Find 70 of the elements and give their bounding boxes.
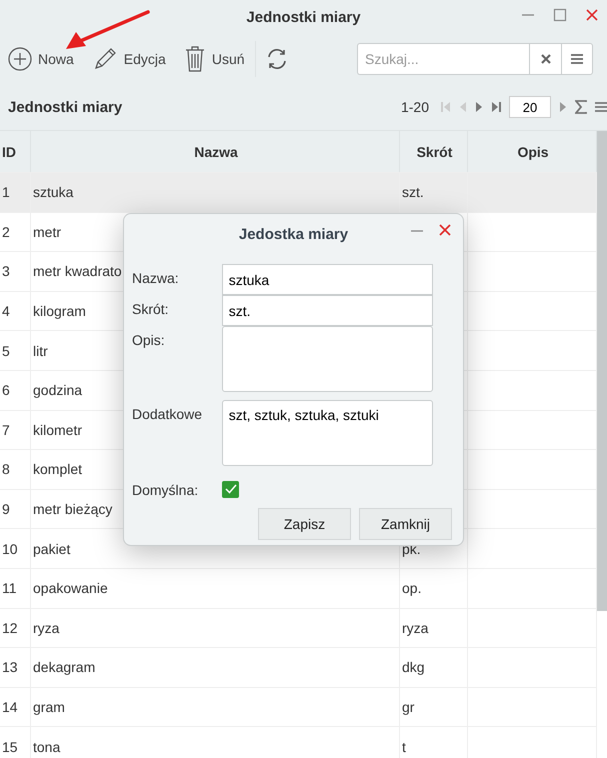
checkbox[interactable]: [222, 480, 239, 498]
table-cell: gr: [402, 699, 414, 716]
table-cell: 2: [0, 212, 31, 252]
table-row[interactable]: 11 opakowanie op.: [0, 568, 597, 609]
search-field[interactable]: Szukaj...: [357, 43, 529, 75]
table-row[interactable]: 14 gram gr: [0, 688, 597, 728]
table-cell: tona: [31, 727, 400, 758]
table-cell: 5: [0, 331, 31, 370]
play-icon[interactable]: [559, 101, 567, 113]
table-cell: 9: [0, 490, 31, 528]
field-label: Opis:: [132, 331, 166, 350]
table-cell: gram: [31, 688, 400, 726]
close-icon[interactable]: [439, 224, 451, 236]
table-cell: 14: [0, 688, 31, 726]
table-cell: dekagram: [31, 648, 400, 687]
menu-icon[interactable]: [595, 101, 607, 113]
page-size-field[interactable]: 20: [509, 96, 551, 118]
field-label: Skrót:: [132, 300, 170, 319]
field-label: Nazwa:: [132, 269, 180, 288]
dialog-button[interactable]: Zapisz: [258, 508, 351, 540]
next-page-icon[interactable]: [475, 101, 483, 113]
dialog-button[interactable]: Zamknij: [359, 508, 452, 540]
page-range: 1-20: [400, 99, 429, 115]
edit-button[interactable]: Edycja: [92, 46, 172, 72]
text-area[interactable]: szt, sztuk, sztuka, sztuki: [222, 400, 433, 466]
clear-icon: [540, 54, 550, 64]
table-cell: op.: [402, 580, 422, 596]
menu-button[interactable]: [561, 43, 593, 75]
close-icon[interactable]: [585, 8, 599, 22]
table-cell: 1: [0, 173, 31, 212]
dialog-title: Jedostka miary: [238, 226, 348, 242]
table-cell: 7: [0, 410, 31, 450]
table-cell: 11: [0, 568, 31, 608]
grid-title: Jednostki miary: [8, 98, 122, 116]
table-cell: 8: [0, 450, 31, 489]
new-button[interactable]: Nowa: [8, 47, 80, 71]
refresh-icon: [266, 48, 288, 70]
table-row[interactable]: 13 dekagram dkg: [0, 648, 597, 688]
table-row[interactable]: 1 sztuka szt.: [0, 173, 597, 213]
table-row[interactable]: 12 ryza ryza: [0, 608, 597, 648]
table-cell: 13: [0, 648, 31, 687]
table-cell: szt.: [402, 184, 424, 200]
maximize-icon[interactable]: [553, 8, 567, 22]
last-page-icon[interactable]: [491, 101, 501, 113]
table-cell: 6: [0, 370, 31, 410]
table-cell: 15: [0, 727, 31, 758]
plus-icon: [8, 47, 32, 71]
table-cell: ryza: [402, 620, 428, 636]
trash-icon: [184, 45, 206, 73]
delete-button[interactable]: Usuń: [184, 45, 251, 73]
table-cell: 4: [0, 292, 31, 330]
table-cell: 3: [0, 252, 31, 291]
menu-icon: [571, 54, 583, 64]
table-cell: sztuka: [31, 173, 400, 212]
table-cell: dkg: [402, 659, 425, 676]
column-header[interactable]: ID: [0, 131, 31, 172]
text-field[interactable]: szt.: [222, 295, 433, 326]
table-cell: ryza: [31, 608, 400, 648]
window-title: Jednostki miary: [246, 8, 361, 26]
table-cell: 10: [0, 529, 31, 568]
table-row[interactable]: 15 tona t: [0, 727, 597, 758]
table-cell: 12: [0, 608, 31, 648]
table-cell: t: [402, 738, 406, 755]
table-cell: opakowanie: [31, 568, 400, 608]
scrollbar[interactable]: [597, 131, 607, 611]
clear-button[interactable]: [529, 43, 561, 75]
sum-icon[interactable]: [575, 100, 587, 114]
text-field[interactable]: sztuka: [222, 264, 433, 295]
column-header[interactable]: Skrót: [400, 131, 468, 172]
column-header[interactable]: Nazwa: [31, 131, 400, 172]
